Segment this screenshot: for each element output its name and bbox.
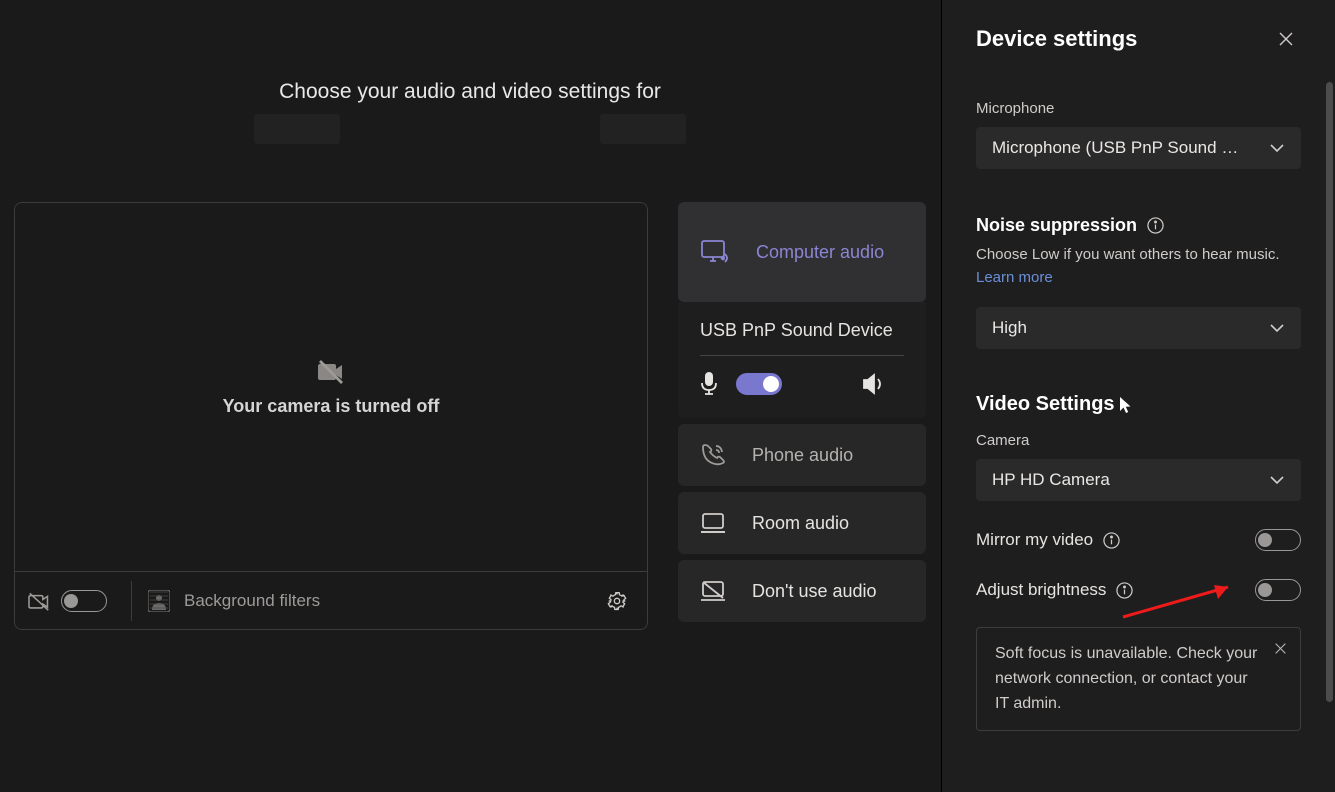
video-controls-bar: Background filters [15, 571, 647, 629]
audio-option-label: Phone audio [752, 445, 853, 466]
camera-select[interactable]: HP HD Camera [976, 459, 1301, 501]
info-icon[interactable] [1116, 582, 1133, 599]
noise-suppression-select[interactable]: High [976, 307, 1301, 349]
audio-option-label: Don't use audio [752, 581, 877, 602]
info-icon[interactable] [1147, 217, 1164, 234]
audio-option-room[interactable]: Room audio [678, 492, 926, 554]
camera-value: HP HD Camera [992, 470, 1110, 490]
camera-label: Camera [976, 432, 1301, 449]
noise-suppression-desc: Choose Low if you want others to hear mu… [976, 244, 1301, 289]
prejoin-main: Choose your audio and video settings for… [0, 0, 940, 792]
softfocus-message: Soft focus is unavailable. Check your ne… [995, 645, 1257, 712]
adjust-brightness-label: Adjust brightness [976, 580, 1106, 600]
mirror-video-toggle[interactable] [1255, 529, 1301, 551]
background-filters-button[interactable]: Background filters [148, 590, 320, 612]
audio-option-label: Computer audio [756, 242, 884, 263]
video-preview-box: Your camera is turned off [14, 202, 648, 630]
learn-more-link[interactable]: Learn more [976, 269, 1053, 286]
chevron-down-icon [1269, 323, 1285, 333]
microphone-select[interactable]: Microphone (USB PnP Sound … [976, 127, 1301, 169]
audio-device-name[interactable]: USB PnP Sound Device [700, 320, 904, 356]
divider [131, 581, 132, 621]
gear-icon [607, 591, 627, 611]
phone-audio-icon [700, 442, 726, 468]
noise-suppression-value: High [992, 318, 1027, 338]
softfocus-warning: Soft focus is unavailable. Check your ne… [976, 627, 1301, 731]
chevron-down-icon [1269, 475, 1285, 485]
close-icon [1274, 642, 1287, 655]
mirror-video-row: Mirror my video [976, 529, 1301, 551]
speaker-icon [862, 373, 886, 395]
background-effects-icon [148, 590, 170, 612]
placeholder [254, 114, 340, 144]
no-audio-icon [700, 580, 726, 602]
microphone-value: Microphone (USB PnP Sound … [992, 138, 1238, 158]
audio-option-phone[interactable]: Phone audio [678, 424, 926, 486]
close-panel-button[interactable] [1271, 24, 1301, 54]
cursor-icon [1119, 396, 1133, 414]
prejoin-title: Choose your audio and video settings for [0, 80, 940, 104]
background-filters-label: Background filters [184, 591, 320, 611]
content-row: Your camera is turned off [0, 202, 940, 630]
room-audio-icon [700, 512, 726, 534]
noise-suppression-title: Noise suppression [976, 215, 1301, 236]
close-icon [1278, 31, 1294, 47]
camera-off-message: Your camera is turned off [223, 396, 440, 417]
panel-scrollbar[interactable] [1326, 82, 1333, 702]
microphone-label: Microphone [976, 100, 1301, 117]
audio-option-label: Room audio [752, 513, 849, 534]
microphone-icon [700, 372, 718, 396]
video-preview: Your camera is turned off [15, 203, 647, 571]
device-settings-panel: Device settings Microphone Microphone (U… [941, 0, 1335, 792]
computer-audio-icon [700, 239, 730, 265]
mirror-video-label: Mirror my video [976, 530, 1093, 550]
camera-off-icon [316, 358, 346, 384]
panel-title: Device settings [976, 26, 1137, 52]
camera-off-icon [27, 591, 51, 611]
computer-audio-expanded: USB PnP Sound Device [678, 302, 926, 418]
audio-option-computer[interactable]: Computer audio [678, 202, 926, 302]
adjust-brightness-row: Adjust brightness [976, 579, 1301, 601]
camera-toggle[interactable] [61, 590, 107, 612]
video-settings-title: Video Settings [976, 393, 1301, 416]
microphone-toggle[interactable] [736, 373, 782, 395]
meeting-name-placeholder [0, 114, 940, 144]
audio-source-list: Computer audio USB PnP Sound Device [678, 202, 926, 630]
audio-option-none[interactable]: Don't use audio [678, 560, 926, 622]
dismiss-warning-button[interactable] [1268, 636, 1292, 660]
adjust-brightness-toggle[interactable] [1255, 579, 1301, 601]
chevron-down-icon [1269, 143, 1285, 153]
info-icon[interactable] [1103, 532, 1120, 549]
device-settings-button[interactable] [599, 583, 635, 619]
placeholder [600, 114, 686, 144]
